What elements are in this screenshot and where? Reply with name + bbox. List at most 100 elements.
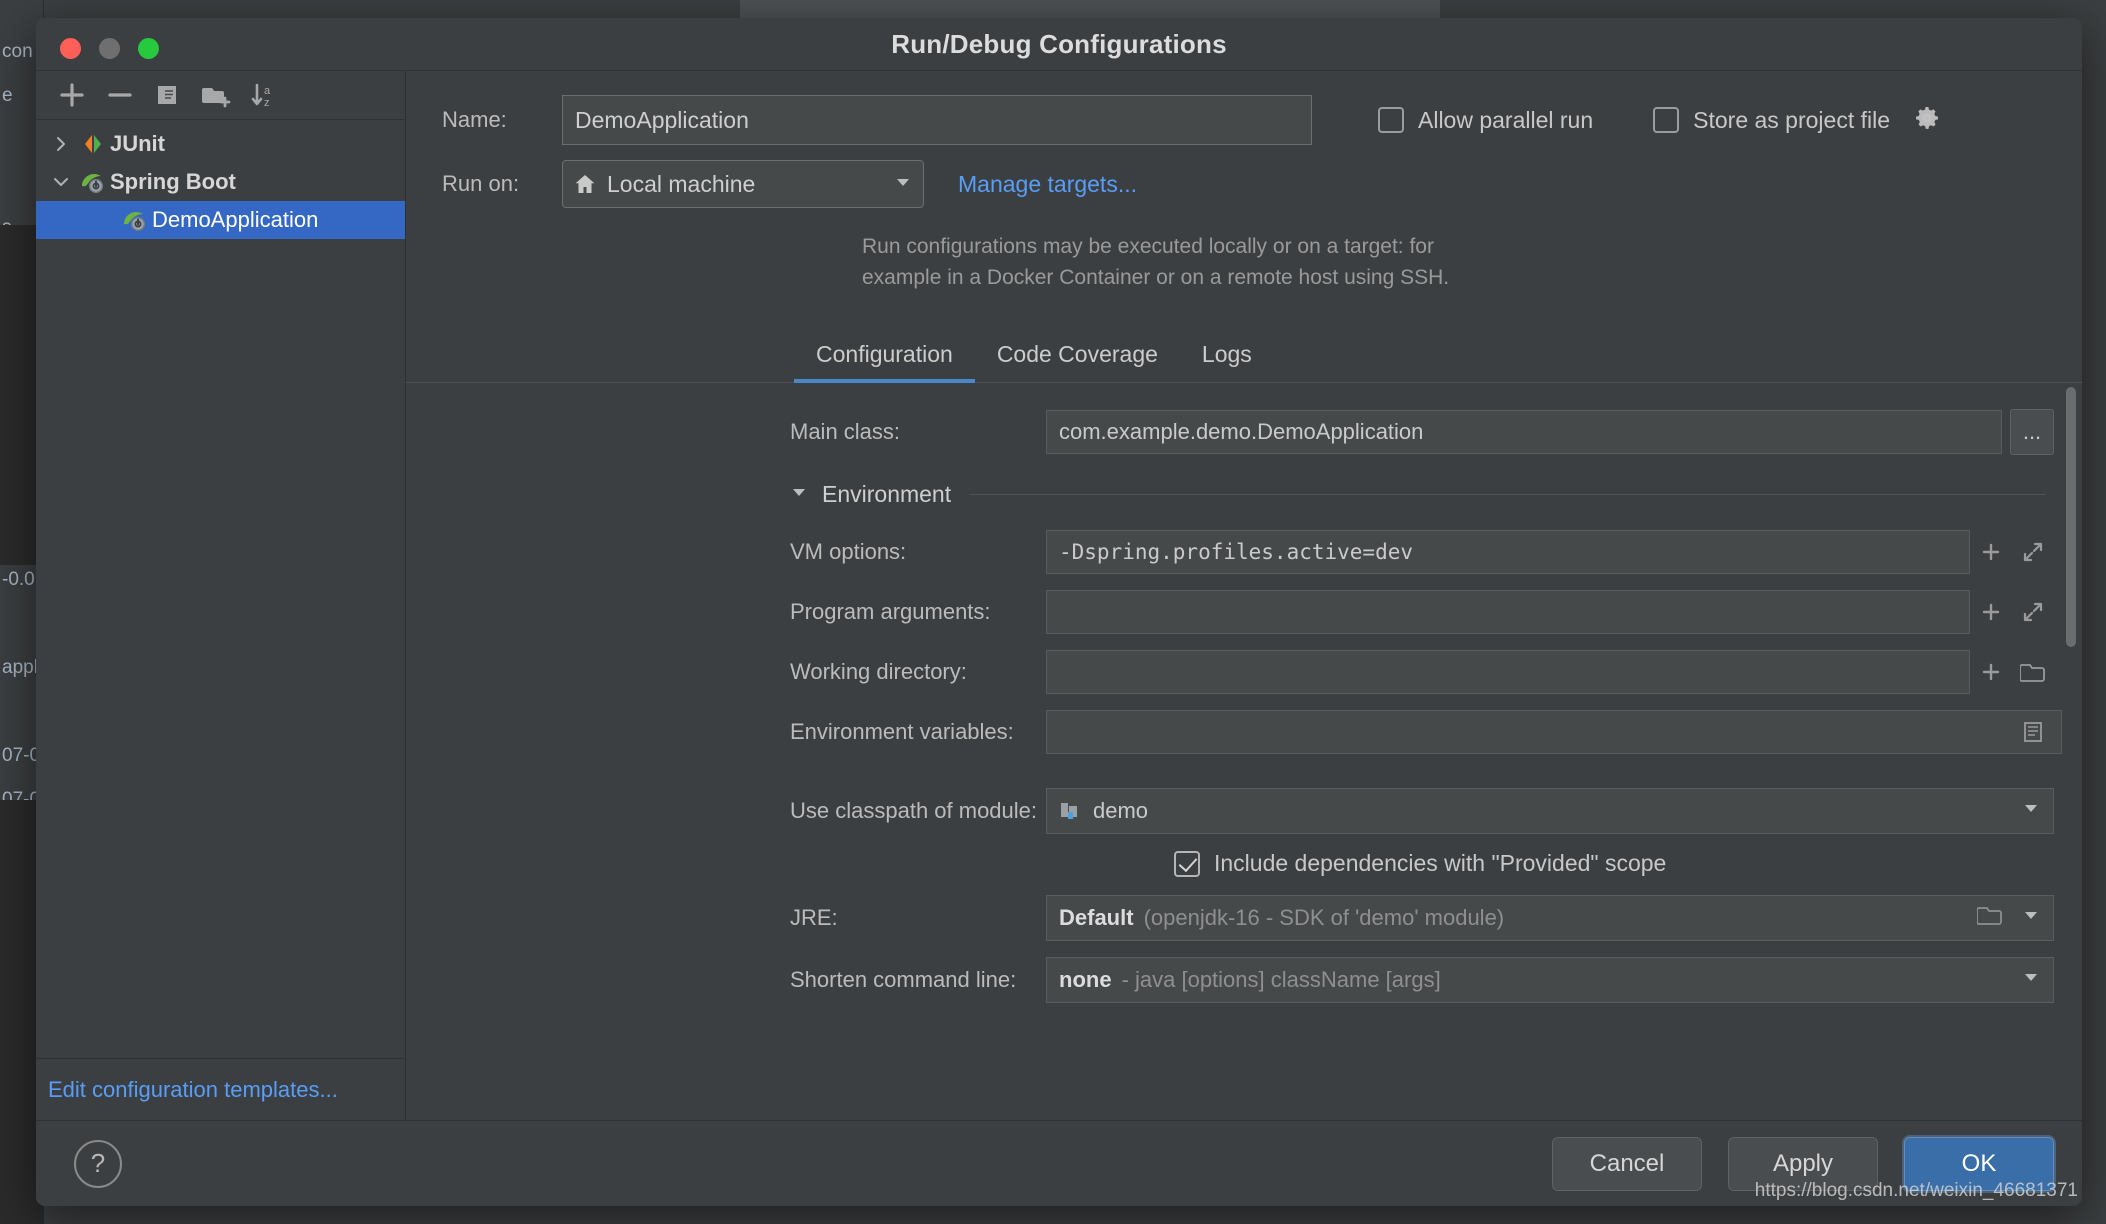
main-class-browse-button[interactable]: ... bbox=[2010, 409, 2054, 455]
environment-variables-browse-icon[interactable] bbox=[2012, 710, 2054, 754]
vm-options-row: VM options: -Dspring.profiles.active=dev bbox=[406, 530, 2082, 574]
vm-options-input[interactable]: -Dspring.profiles.active=dev bbox=[1046, 530, 1970, 574]
remove-configuration-button[interactable] bbox=[96, 75, 144, 115]
tree-item-spring-boot[interactable]: Spring Boot bbox=[36, 163, 405, 201]
tree-item-junit[interactable]: JUnit bbox=[36, 125, 405, 163]
edit-configuration-templates-link[interactable]: Edit configuration templates... bbox=[48, 1077, 338, 1103]
tab-logs[interactable]: Logs bbox=[1180, 341, 1274, 382]
configurations-panel: a z JUnit bbox=[36, 71, 406, 1120]
jre-dropdown[interactable]: Default (openjdk-16 - SDK of 'demo' modu… bbox=[1046, 895, 2054, 941]
main-class-label: Main class: bbox=[790, 419, 1046, 445]
include-provided-scope-label: Include dependencies with "Provided" sco… bbox=[1214, 850, 1666, 877]
chevron-down-icon[interactable] bbox=[893, 171, 913, 198]
main-class-row: Main class: com.example.demo.DemoApplica… bbox=[406, 409, 2082, 455]
chevron-right-icon[interactable] bbox=[46, 136, 76, 152]
main-class-input[interactable]: com.example.demo.DemoApplication bbox=[1046, 410, 2002, 454]
program-arguments-input[interactable] bbox=[1046, 590, 1970, 634]
shorten-command-line-value: none bbox=[1059, 967, 1112, 993]
working-directory-input[interactable] bbox=[1046, 650, 1970, 694]
tree-item-demoapplication[interactable]: DemoApplication bbox=[36, 201, 405, 239]
tab-code-coverage[interactable]: Code Coverage bbox=[975, 341, 1180, 382]
environment-section-header[interactable]: Environment bbox=[406, 481, 2082, 508]
chevron-down-icon[interactable] bbox=[2021, 798, 2041, 824]
run-on-row: Run on: Local machine Manage targets... bbox=[406, 159, 2082, 209]
name-input[interactable]: DemoApplication bbox=[562, 95, 1312, 145]
minimize-window-button[interactable] bbox=[99, 38, 120, 59]
gear-icon[interactable] bbox=[1914, 105, 1940, 136]
home-icon bbox=[573, 172, 597, 196]
cancel-button[interactable]: Cancel bbox=[1552, 1137, 1702, 1191]
name-row: Name: DemoApplication Allow parallel run… bbox=[406, 95, 2082, 145]
tree-item-label: DemoApplication bbox=[152, 207, 318, 233]
dialog-title: Run/Debug Configurations bbox=[36, 29, 2082, 60]
spring-boot-icon bbox=[118, 207, 152, 233]
run-debug-configurations-dialog: Run/Debug Configurations bbox=[36, 18, 2082, 1206]
program-arguments-macro-button[interactable] bbox=[1970, 590, 2012, 634]
spring-boot-icon bbox=[76, 169, 110, 195]
environment-variables-input[interactable] bbox=[1046, 710, 2062, 754]
checkbox-box[interactable] bbox=[1378, 107, 1404, 133]
configuration-editor-panel: Name: DemoApplication Allow parallel run… bbox=[406, 71, 2082, 1120]
help-button[interactable]: ? bbox=[74, 1140, 122, 1188]
shorten-command-line-dropdown[interactable]: none - java [options] className [args] bbox=[1046, 957, 2054, 1003]
svg-text:z: z bbox=[264, 97, 270, 109]
close-window-button[interactable] bbox=[60, 38, 81, 59]
jre-label: JRE: bbox=[790, 905, 1046, 931]
manage-targets-link[interactable]: Manage targets... bbox=[958, 171, 1137, 198]
working-directory-macro-button[interactable] bbox=[1970, 650, 2012, 694]
vertical-scrollbar-thumb[interactable] bbox=[2066, 387, 2076, 647]
jre-row: JRE: Default (openjdk-16 - SDK of 'demo'… bbox=[406, 895, 2082, 941]
jre-value: Default bbox=[1059, 905, 1134, 931]
shorten-command-line-detail: - java [options] className [args] bbox=[1122, 967, 1441, 993]
program-arguments-expand-button[interactable] bbox=[2012, 590, 2054, 634]
working-directory-row: Working directory: bbox=[406, 650, 2082, 694]
configurations-toolbar: a z bbox=[36, 71, 405, 120]
include-provided-scope-checkbox[interactable]: Include dependencies with "Provided" sco… bbox=[406, 850, 2082, 877]
add-configuration-button[interactable] bbox=[48, 75, 96, 115]
run-on-hint-line2: example in a Docker Container or on a re… bbox=[862, 262, 1562, 293]
tree-item-label: Spring Boot bbox=[110, 169, 236, 195]
checkbox-box[interactable] bbox=[1653, 107, 1679, 133]
program-arguments-label: Program arguments: bbox=[790, 599, 1046, 625]
run-on-hint-line1: Run configurations may be executed local… bbox=[862, 231, 1562, 262]
run-on-hint: Run configurations may be executed local… bbox=[862, 231, 1562, 293]
vm-options-label: VM options: bbox=[790, 539, 1046, 565]
allow-parallel-run-checkbox[interactable]: Allow parallel run bbox=[1378, 107, 1593, 134]
store-as-project-file-checkbox[interactable]: Store as project file bbox=[1653, 105, 1940, 136]
configurations-tree[interactable]: JUnit Spring Boot bbox=[36, 120, 405, 1058]
configuration-scroll-area: Name: DemoApplication Allow parallel run… bbox=[406, 71, 2082, 1120]
left-panel-footer: Edit configuration templates... bbox=[36, 1058, 405, 1120]
ide-editor-tab-strip bbox=[740, 0, 1440, 18]
window-traffic-lights bbox=[60, 38, 159, 59]
zoom-window-button[interactable] bbox=[138, 38, 159, 59]
use-classpath-value: demo bbox=[1093, 798, 1148, 824]
run-on-value: Local machine bbox=[607, 171, 755, 198]
environment-variables-label: Environment variables: bbox=[790, 719, 1046, 745]
top-checkbox-group: Allow parallel run Store as project file bbox=[1378, 105, 1940, 136]
configuration-tabs: Configuration Code Coverage Logs bbox=[406, 327, 2082, 383]
checkbox-box[interactable] bbox=[1174, 851, 1200, 877]
use-classpath-row: Use classpath of module: demo bbox=[406, 788, 2082, 834]
environment-section-label: Environment bbox=[822, 481, 951, 508]
tab-configuration[interactable]: Configuration bbox=[794, 341, 975, 382]
tree-item-label: JUnit bbox=[110, 131, 165, 157]
ide-right-gutter bbox=[2084, 0, 2106, 1224]
working-directory-browse-icon[interactable] bbox=[2012, 650, 2054, 694]
copy-configuration-button[interactable] bbox=[144, 75, 192, 115]
jre-browse-icon[interactable] bbox=[1977, 903, 2003, 933]
chevron-down-icon[interactable] bbox=[46, 174, 76, 190]
vm-options-macro-button[interactable] bbox=[1970, 530, 2012, 574]
run-on-dropdown[interactable]: Local machine bbox=[562, 160, 924, 208]
vm-options-expand-button[interactable] bbox=[2012, 530, 2054, 574]
use-classpath-dropdown[interactable]: demo bbox=[1046, 788, 2054, 834]
shorten-command-line-label: Shorten command line: bbox=[790, 967, 1046, 993]
svg-text:a: a bbox=[264, 85, 271, 97]
dialog-titlebar: Run/Debug Configurations bbox=[36, 18, 2082, 71]
chevron-down-icon[interactable] bbox=[2021, 905, 2041, 931]
new-folder-button[interactable] bbox=[192, 75, 240, 115]
triangle-down-icon[interactable] bbox=[790, 483, 808, 506]
run-on-label: Run on: bbox=[442, 171, 562, 197]
chevron-down-icon[interactable] bbox=[2021, 967, 2041, 993]
configuration-tab-content: Main class: com.example.demo.DemoApplica… bbox=[406, 383, 2082, 1003]
sort-configurations-button[interactable]: a z bbox=[240, 75, 288, 115]
